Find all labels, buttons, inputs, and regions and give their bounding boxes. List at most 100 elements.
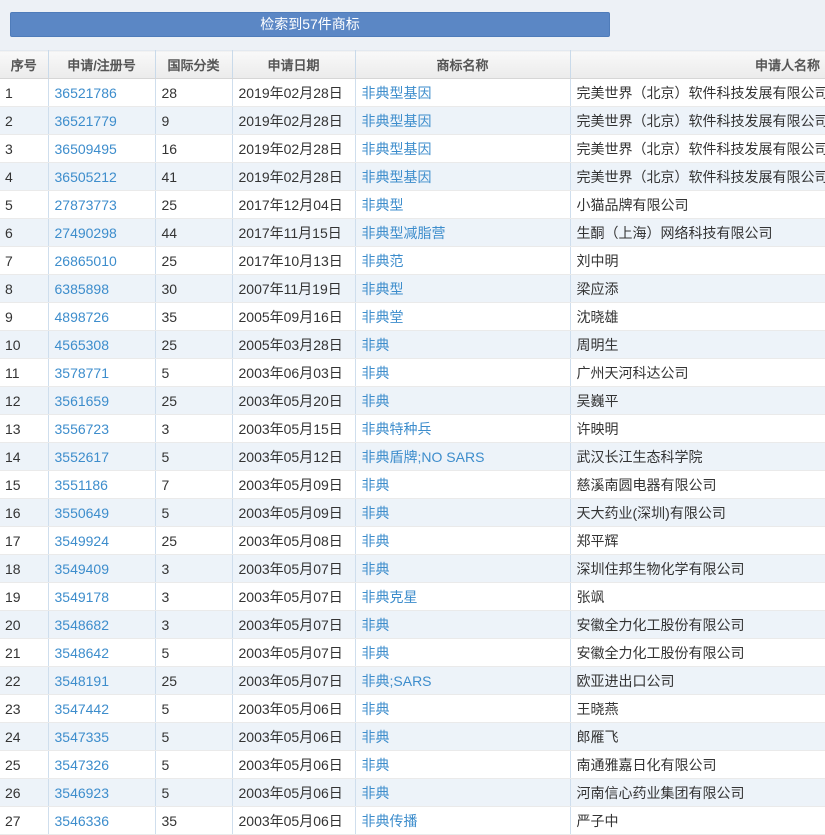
table-row: 23354744252003年05月06日非典王晓燕 — [0, 695, 825, 723]
mark-name-link[interactable]: 非典 — [362, 477, 390, 493]
reg-no-link[interactable]: 3548642 — [55, 645, 110, 661]
cell-mark: 非典 — [355, 751, 570, 779]
mark-name-link[interactable]: 非典;SARS — [362, 673, 432, 689]
reg-no-link[interactable]: 3552617 — [55, 449, 110, 465]
reg-no-link[interactable]: 3551186 — [55, 477, 108, 493]
reg-no-link[interactable]: 27490298 — [55, 225, 117, 241]
cell-mark: 非典 — [355, 723, 570, 751]
cell-mark: 非典克星 — [355, 583, 570, 611]
reg-no-link[interactable]: 6385898 — [55, 281, 110, 297]
mark-name-link[interactable]: 非典 — [362, 757, 390, 773]
cell-seq: 23 — [0, 695, 48, 723]
mark-name-link[interactable]: 非典 — [362, 337, 390, 353]
cell-date: 2003年05月07日 — [232, 583, 355, 611]
cell-applicant: 沈晓雄 — [570, 303, 825, 331]
mark-name-link[interactable]: 非典 — [362, 617, 390, 633]
search-result-count-label: 检索到57件商标 — [260, 16, 360, 32]
cell-seq: 11 — [0, 359, 48, 387]
cell-mark: 非典范 — [355, 247, 570, 275]
cell-mark: 非典传播 — [355, 807, 570, 835]
reg-no-link[interactable]: 3546336 — [55, 813, 110, 829]
reg-no-link[interactable]: 3548682 — [55, 617, 110, 633]
mark-name-link[interactable]: 非典 — [362, 533, 390, 549]
table-row: 336509495162019年02月28日非典型基因完美世界（北京）软件科技发… — [0, 135, 825, 163]
cell-date: 2005年09月16日 — [232, 303, 355, 331]
mark-name-link[interactable]: 非典 — [362, 785, 390, 801]
reg-no-link[interactable]: 3549409 — [55, 561, 110, 577]
mark-name-link[interactable]: 非典堂 — [362, 309, 404, 325]
reg-no-link[interactable]: 26865010 — [55, 253, 117, 269]
cell-reg-no: 3551186 — [48, 471, 155, 499]
mark-name-link[interactable]: 非典克星 — [362, 589, 418, 605]
reg-no-link[interactable]: 3548191 — [55, 673, 110, 689]
cell-applicant: 南通雅嘉日化有限公司 — [570, 751, 825, 779]
reg-no-link[interactable]: 3546923 — [55, 785, 110, 801]
cell-reg-no: 3549409 — [48, 555, 155, 583]
mark-name-link[interactable]: 非典 — [362, 393, 390, 409]
cell-intl-class: 5 — [155, 695, 232, 723]
mark-name-link[interactable]: 非典 — [362, 645, 390, 661]
cell-reg-no: 3546923 — [48, 779, 155, 807]
cell-seq: 14 — [0, 443, 48, 471]
table-row: 223548191252003年05月07日非典;SARS欧亚进出口公司 — [0, 667, 825, 695]
cell-applicant: 慈溪南圆电器有限公司 — [570, 471, 825, 499]
reg-no-link[interactable]: 3549178 — [55, 589, 110, 605]
mark-name-link[interactable]: 非典 — [362, 729, 390, 745]
mark-name-link[interactable]: 非典盾牌;NO SARS — [362, 449, 485, 465]
cell-intl-class: 5 — [155, 443, 232, 471]
mark-name-link[interactable]: 非典型 — [362, 281, 404, 297]
mark-name-link[interactable]: 非典特种兵 — [362, 421, 432, 437]
cell-seq: 5 — [0, 191, 48, 219]
reg-no-link[interactable]: 36521786 — [55, 85, 117, 101]
table-row: 123561659252003年05月20日非典吴巍平 — [0, 387, 825, 415]
mark-name-link[interactable]: 非典 — [362, 365, 390, 381]
trademark-results-table: 序号 申请/注册号 国际分类 申请日期 商标名称 申请人名称 136521786… — [0, 50, 825, 835]
mark-name-link[interactable]: 非典型基因 — [362, 169, 432, 185]
cell-date: 2003年05月06日 — [232, 751, 355, 779]
cell-date: 2003年05月07日 — [232, 611, 355, 639]
reg-no-link[interactable]: 4565308 — [55, 337, 110, 353]
reg-no-link[interactable]: 3556723 — [55, 421, 110, 437]
mark-name-link[interactable]: 非典型 — [362, 197, 404, 213]
cell-reg-no: 3549924 — [48, 527, 155, 555]
cell-applicant: 河南信心药业集团有限公司 — [570, 779, 825, 807]
mark-name-link[interactable]: 非典型基因 — [362, 141, 432, 157]
reg-no-link[interactable]: 3547326 — [55, 757, 110, 773]
reg-no-link[interactable]: 4898726 — [55, 309, 110, 325]
mark-name-link[interactable]: 非典 — [362, 701, 390, 717]
cell-seq: 8 — [0, 275, 48, 303]
reg-no-link[interactable]: 3550649 — [55, 505, 110, 521]
cell-date: 2003年05月20日 — [232, 387, 355, 415]
table-header: 序号 申请/注册号 国际分类 申请日期 商标名称 申请人名称 — [0, 51, 825, 79]
cell-reg-no: 3547326 — [48, 751, 155, 779]
reg-no-link[interactable]: 36505212 — [55, 169, 117, 185]
cell-applicant: 完美世界（北京）软件科技发展有限公司 — [570, 163, 825, 191]
reg-no-link[interactable]: 36509495 — [55, 141, 117, 157]
reg-no-link[interactable]: 3549924 — [55, 533, 110, 549]
mark-name-link[interactable]: 非典型基因 — [362, 113, 432, 129]
mark-name-link[interactable]: 非典范 — [362, 253, 404, 269]
cell-intl-class: 25 — [155, 247, 232, 275]
table-row: 86385898302007年11月19日非典型梁应添 — [0, 275, 825, 303]
cell-reg-no: 3561659 — [48, 387, 155, 415]
cell-mark: 非典型基因 — [355, 107, 570, 135]
cell-seq: 17 — [0, 527, 48, 555]
cell-seq: 10 — [0, 331, 48, 359]
mark-name-link[interactable]: 非典传播 — [362, 813, 418, 829]
reg-no-link[interactable]: 36521779 — [55, 113, 117, 129]
mark-name-link[interactable]: 非典型减脂营 — [362, 225, 446, 241]
mark-name-link[interactable]: 非典 — [362, 561, 390, 577]
cell-mark: 非典盾牌;NO SARS — [355, 443, 570, 471]
reg-no-link[interactable]: 3547442 — [55, 701, 110, 717]
reg-no-link[interactable]: 3547335 — [55, 729, 110, 745]
reg-no-link[interactable]: 3561659 — [55, 393, 110, 409]
cell-reg-no: 27490298 — [48, 219, 155, 247]
reg-no-link[interactable]: 27873773 — [55, 197, 117, 213]
cell-reg-no: 36521786 — [48, 79, 155, 107]
cell-date: 2019年02月28日 — [232, 163, 355, 191]
cell-date: 2017年11月15日 — [232, 219, 355, 247]
reg-no-link[interactable]: 3578771 — [55, 365, 110, 381]
mark-name-link[interactable]: 非典型基因 — [362, 85, 432, 101]
mark-name-link[interactable]: 非典 — [362, 505, 390, 521]
cell-seq: 9 — [0, 303, 48, 331]
